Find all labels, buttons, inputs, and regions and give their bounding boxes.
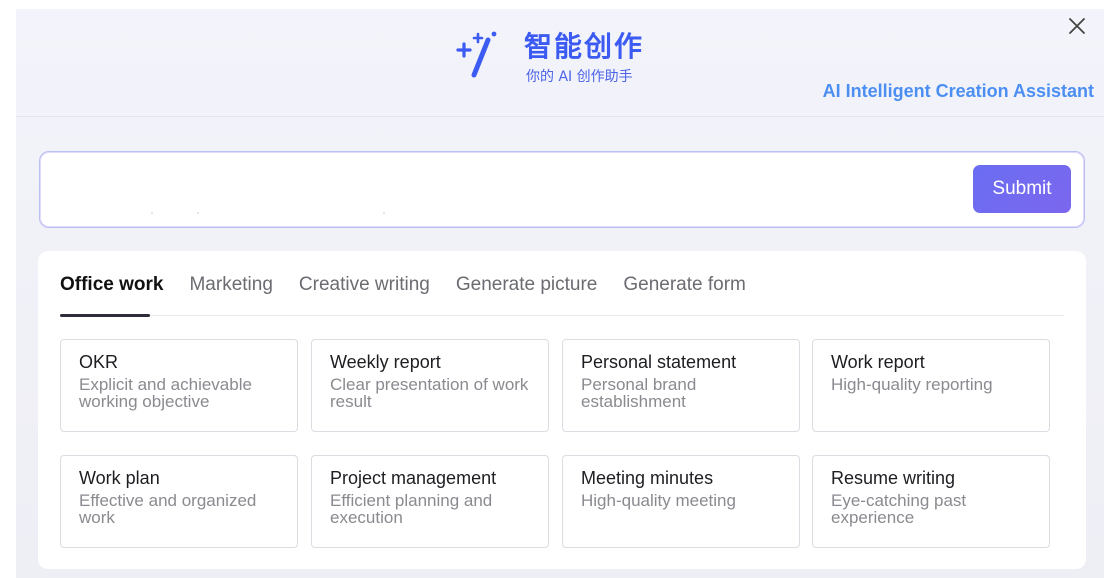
template-card-personal-statement[interactable]: Personal statement Personal brand establ… [562, 339, 800, 432]
tab-generate-picture[interactable]: Generate picture [456, 271, 598, 316]
card-description: Eye-catching past experience [831, 491, 967, 527]
app-title: 智能创作 [524, 30, 645, 63]
tab-creative-writing[interactable]: Creative writing [299, 271, 430, 316]
template-card-weekly-report[interactable]: Weekly report Clear presentation of work… [311, 339, 549, 432]
submit-button[interactable]: Submit [973, 165, 1071, 213]
template-card-okr[interactable]: OKR Explicit and achievable working obje… [60, 339, 298, 432]
template-card-meeting-minutes[interactable]: Meeting minutes High-quality meeting [562, 455, 800, 548]
template-card-resume-writing[interactable]: Resume writing Eye-catching past experie… [812, 455, 1050, 548]
magic-wand-sparkle-icon [456, 31, 497, 78]
card-title: Work report [831, 352, 925, 372]
card-description: High-quality meeting [581, 491, 736, 510]
close-icon[interactable] [1064, 13, 1090, 39]
card-title: Meeting minutes [581, 468, 714, 488]
card-title: OKR [79, 352, 119, 372]
tab-generate-form[interactable]: Generate form [623, 271, 746, 316]
dialog-header: 智能创作 你的 AI 创作助手 AI Intelligent Creation … [16, 9, 1104, 117]
card-title: Weekly report [330, 352, 441, 372]
template-card-work-report[interactable]: Work report High-quality reporting [812, 339, 1050, 432]
template-card-project-management[interactable]: Project management Efficient planning an… [311, 455, 549, 548]
card-description: Explicit and achievable working objectiv… [79, 375, 252, 411]
card-description: Effective and organized work [79, 491, 257, 527]
template-card-work-plan[interactable]: Work plan Effective and organized work [60, 455, 298, 548]
input-placeholder-marks [151, 212, 385, 214]
card-description: Clear presentation of work result [330, 375, 529, 411]
card-description: High-quality reporting [831, 375, 993, 394]
assistant-label: AI Intelligent Creation Assistant [822, 81, 1094, 101]
card-description: Efficient planning and execution [330, 491, 493, 527]
creation-dialog: 智能创作 你的 AI 创作助手 AI Intelligent Creation … [16, 9, 1104, 578]
card-title: Resume writing [831, 468, 956, 488]
category-tabs: Office work Marketing Creative writing G… [60, 271, 1064, 317]
card-title: Work plan [79, 468, 160, 488]
tab-office-work[interactable]: Office work [60, 271, 163, 317]
tab-marketing[interactable]: Marketing [189, 271, 272, 316]
template-panel: Office work Marketing Creative writing G… [38, 251, 1086, 569]
prompt-input[interactable]: Submit [39, 151, 1085, 228]
card-title: Personal statement [581, 352, 737, 372]
card-title: Project management [330, 468, 497, 488]
app-subtitle: 你的 AI 创作助手 [526, 69, 633, 85]
card-description: Personal brand establishment [581, 375, 697, 411]
